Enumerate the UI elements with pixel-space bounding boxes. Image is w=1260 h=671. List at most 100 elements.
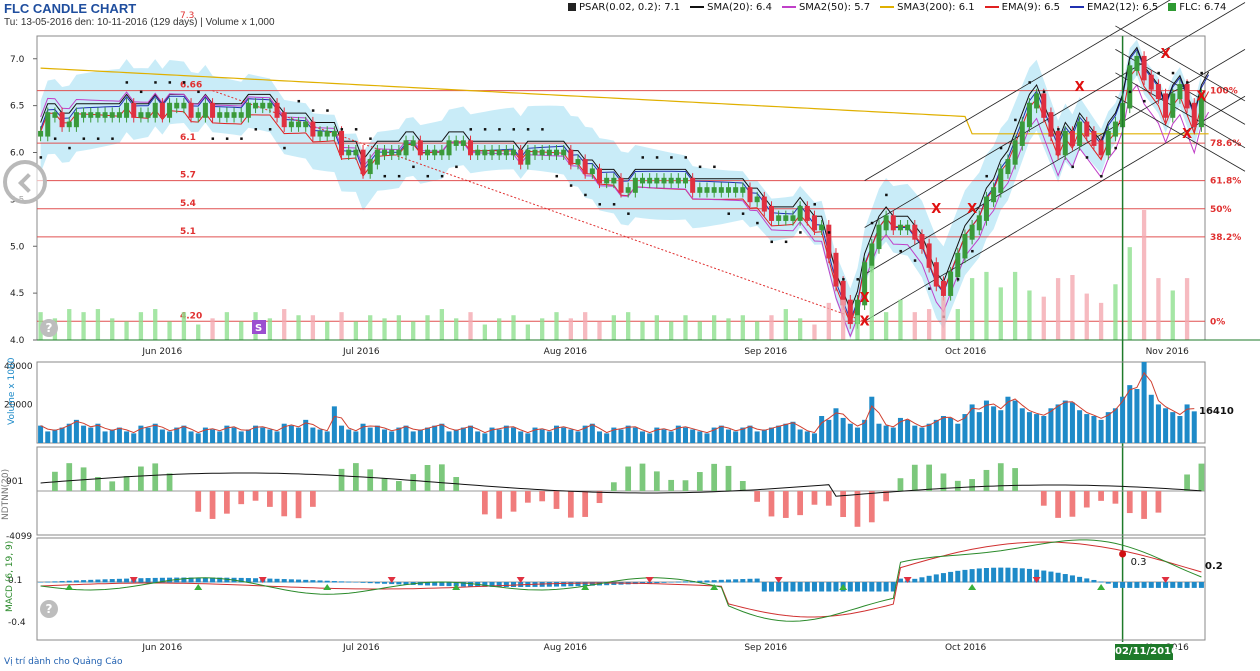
x-tick-label: Aug 2016 bbox=[544, 347, 588, 357]
fib-level-percent: 50% bbox=[1210, 205, 1232, 215]
macd-histogram-bar bbox=[116, 578, 122, 583]
ndtnn-bar bbox=[252, 491, 259, 501]
candle-body bbox=[331, 130, 337, 137]
candle-body bbox=[1005, 159, 1011, 175]
psar-dot bbox=[641, 156, 644, 159]
volume-bar bbox=[704, 433, 710, 443]
volume-bar bbox=[840, 417, 846, 443]
macd-histogram-bar bbox=[1062, 574, 1068, 583]
macd-histogram-bar bbox=[1148, 582, 1154, 588]
fib-level-percent: 0% bbox=[1210, 317, 1225, 327]
psar-dot bbox=[211, 137, 215, 140]
candle-body bbox=[453, 140, 459, 146]
candle-body bbox=[518, 149, 524, 165]
volume-bar bbox=[983, 400, 989, 443]
volume-axis-label: Volume x 1000 bbox=[7, 357, 17, 425]
candle-body bbox=[697, 187, 703, 193]
macd-histogram-bar bbox=[353, 582, 359, 583]
psar-dot bbox=[971, 249, 974, 253]
volume-underlay-bar bbox=[912, 312, 917, 340]
volume-bar bbox=[1163, 408, 1169, 443]
candle-body bbox=[955, 252, 961, 278]
ndtnn-bar bbox=[166, 473, 173, 491]
help-icon[interactable]: ? bbox=[40, 319, 58, 337]
candle-body bbox=[725, 187, 731, 193]
psar-dot bbox=[1028, 81, 1031, 84]
volume-bar bbox=[575, 431, 581, 443]
volume-underlay-bar bbox=[540, 318, 545, 340]
candle-body bbox=[167, 102, 173, 118]
macd-cursor-point bbox=[1119, 550, 1127, 558]
volume-underlay-bar bbox=[1027, 290, 1032, 340]
candle-body bbox=[346, 149, 352, 156]
macd-histogram-bar bbox=[95, 579, 101, 583]
chevron-left-icon[interactable] bbox=[3, 160, 47, 204]
volume-bar bbox=[1177, 416, 1183, 443]
volume-bar bbox=[267, 429, 273, 443]
candle-body bbox=[675, 177, 681, 184]
help-icon[interactable]: ? bbox=[40, 600, 58, 618]
fib-level-percent: 38.2% bbox=[1210, 233, 1241, 243]
ndtnn-bar bbox=[1040, 491, 1047, 506]
candle-body bbox=[1127, 65, 1133, 109]
volume-underlay-bar bbox=[640, 321, 645, 340]
y-tick-label: 6.0 bbox=[10, 149, 25, 159]
volume-underlay-bar bbox=[683, 315, 688, 340]
ndtnn-bar bbox=[1069, 491, 1076, 517]
candle-body bbox=[1148, 74, 1154, 90]
ndtnn-bar bbox=[310, 491, 316, 507]
ndtnn-bar bbox=[123, 476, 130, 491]
macd-histogram-bar bbox=[374, 582, 380, 584]
volume-bar bbox=[1041, 416, 1047, 443]
candle-body bbox=[124, 102, 130, 118]
macd-histogram-bar bbox=[783, 582, 789, 592]
candle-body bbox=[1163, 93, 1169, 118]
macd-signal-triangle bbox=[194, 584, 203, 590]
psar-dot bbox=[1100, 174, 1103, 178]
volume-underlay-bar bbox=[826, 302, 831, 340]
volume-bar bbox=[296, 427, 302, 443]
volume-underlay-bar bbox=[81, 312, 86, 340]
candle-body bbox=[647, 177, 653, 184]
macd-histogram-bar bbox=[725, 579, 731, 583]
macd-histogram-bar bbox=[933, 574, 939, 583]
volume-bar bbox=[1026, 412, 1032, 443]
signal-x-marker: X bbox=[1196, 89, 1206, 104]
volume-underlay-bar bbox=[267, 318, 273, 340]
volume-bar bbox=[604, 433, 610, 443]
candle-body bbox=[152, 102, 158, 118]
signal-x-marker: X bbox=[967, 202, 977, 217]
macd-histogram-bar bbox=[1091, 579, 1097, 583]
macd-histogram-bar bbox=[382, 582, 388, 584]
ndtnn-bar bbox=[281, 491, 288, 517]
candle-body bbox=[1184, 84, 1190, 109]
macd-histogram-bar bbox=[253, 578, 259, 583]
ndtnn-bar bbox=[911, 464, 918, 491]
candle-body bbox=[1034, 93, 1040, 109]
x-tick-label: Aug 2016 bbox=[544, 643, 588, 653]
volume-bar bbox=[1148, 394, 1154, 443]
ndtnn-bar bbox=[1112, 491, 1119, 504]
psar-dot bbox=[526, 128, 530, 131]
macd-pane-frame bbox=[36, 537, 1206, 641]
macd-histogram-bar bbox=[811, 582, 817, 592]
candle-body bbox=[747, 187, 753, 203]
volume-bar bbox=[1084, 414, 1090, 443]
candle-body bbox=[876, 224, 882, 250]
macd-histogram-bar bbox=[1041, 570, 1047, 583]
macd-histogram-bar bbox=[73, 580, 79, 583]
macd-histogram-bar bbox=[704, 580, 710, 583]
candle-body bbox=[998, 168, 1004, 193]
candle-body bbox=[403, 140, 409, 156]
volume-bar bbox=[131, 433, 137, 443]
candle-body bbox=[897, 224, 903, 231]
fib-level-label: 6.1 bbox=[180, 133, 196, 143]
psar-dot bbox=[1114, 146, 1117, 150]
macd-histogram-bar bbox=[145, 578, 151, 583]
ndtnn-bar bbox=[983, 469, 990, 491]
candle-body bbox=[639, 177, 646, 184]
psar-dot bbox=[168, 81, 172, 84]
candle-body bbox=[81, 112, 87, 118]
volume-bar bbox=[991, 406, 997, 443]
volume-bar bbox=[1170, 412, 1176, 443]
